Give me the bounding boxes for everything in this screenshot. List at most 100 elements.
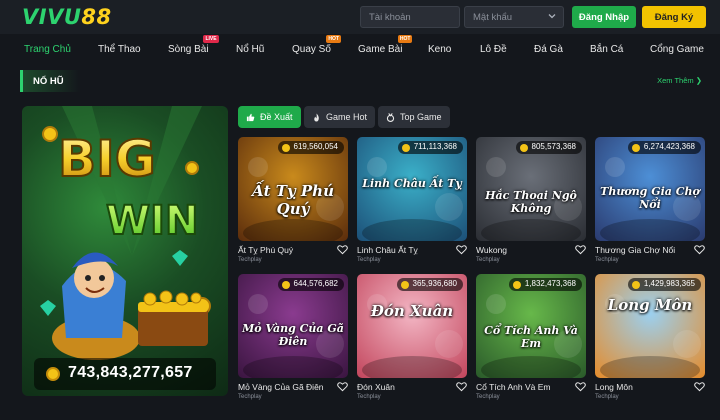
game-art-title: Cổ Tích Anh Và Em (484, 324, 578, 350)
hot-badge: HOT (397, 35, 413, 43)
favorite-heart-icon[interactable] (456, 244, 467, 255)
game-card-long-mon[interactable]: 1,429,983,365 Long Môn Long Môn Techplay (595, 274, 705, 402)
nav-item-label: Lô Đề (480, 44, 507, 55)
nav-item-label: Sòng Bài (168, 44, 209, 55)
favorite-heart-icon[interactable] (694, 244, 705, 255)
thumbs-up-icon (246, 113, 255, 121)
game-card-wukong[interactable]: 805,573,368 Hắc Thoại Ngộ Không Wukong Tech… (476, 137, 586, 265)
game-thumbnail[interactable]: 365,936,680 Đón Xuân (357, 274, 467, 378)
tab-recommended[interactable]: Đề Xuất (238, 106, 301, 128)
coin-icon (400, 281, 409, 289)
coin-icon (281, 144, 290, 152)
coin-icon (512, 281, 521, 289)
nav-item-casino[interactable]: Sòng Bài LIVE (168, 35, 219, 55)
game-thumbnail[interactable]: 619,560,054 Ất Tỵ Phú Quý (238, 137, 348, 241)
game-art-title: Mỏ Vàng Của Gã Điên (242, 322, 344, 348)
favorite-heart-icon[interactable] (337, 381, 348, 392)
nav-item-cockfight[interactable]: Đá Gà (534, 44, 563, 55)
game-art-title: Long Môn (607, 296, 693, 314)
game-thumbnail[interactable]: 711,113,368 Linh Châu Ất Tỵ (357, 137, 467, 241)
tab-label: Đề Xuất (260, 112, 293, 122)
coin-icon (401, 144, 410, 152)
nav-item-home[interactable]: Trang Chủ (24, 44, 71, 55)
tab-hot-games[interactable]: Game Hot (304, 106, 376, 128)
nav-item-label: Trang Chủ (24, 44, 71, 55)
game-name: Long Môn (595, 382, 633, 392)
game-card-linh-chau-at-ty[interactable]: 711,113,368 Linh Châu Ất Tỵ Linh Châu Ất T… (357, 137, 467, 265)
coin-icon (519, 144, 528, 152)
game-provider: Techplay (595, 394, 619, 400)
favorite-heart-icon[interactable] (456, 381, 467, 392)
main-nav: Trang Chủ Thể Thao Sòng Bài LIVE Nổ Hũ Qu… (0, 35, 720, 64)
game-card-don-xuan[interactable]: 365,936,680 Đón Xuân Đón Xuân Techplay (357, 274, 467, 402)
nav-item-label: Nổ Hũ (236, 44, 265, 55)
game-card-mo-vang[interactable]: 644,576,682 Mỏ Vàng Của Gã Điên Mỏ Vàng Củ… (238, 274, 348, 402)
win-text: WIN (106, 198, 198, 244)
game-name: Wukong (476, 245, 508, 255)
game-art-title: Thương Gia Chợ Nổi (600, 185, 700, 211)
nav-item-label: Thể Thao (98, 44, 141, 55)
hot-badge: HOT (326, 35, 341, 43)
site-logo[interactable]: VIVU88 (22, 5, 112, 29)
game-provider: Techplay (476, 394, 500, 400)
nav-item-slots[interactable]: Nổ Hũ (236, 44, 264, 55)
game-thumbnail[interactable]: 1,832,473,368 Cổ Tích Anh Và Em (476, 274, 586, 378)
big-win-illustration: BIG WIN (40, 106, 211, 360)
big-win-banner[interactable]: BIG WIN 743,843,277,657 (22, 106, 228, 396)
tab-label: Top Game (400, 112, 442, 122)
tab-top-games[interactable]: Top Game (378, 106, 450, 128)
game-jackpot-value: 1,429,983,365 (643, 279, 695, 288)
favorite-heart-icon[interactable] (694, 381, 705, 392)
flame-icon (314, 112, 319, 122)
game-thumbnail[interactable]: 1,429,983,365 Long Môn (595, 274, 705, 378)
game-art-title: Đón Xuân (370, 302, 454, 320)
coin-icon (281, 281, 290, 289)
game-card-co-tich-anh-va-em[interactable]: 1,832,473,368 Cổ Tích Anh Và Em Cổ Tích An… (476, 274, 586, 402)
see-more-link[interactable]: Xem Thêm ❯ (657, 76, 702, 85)
username-input[interactable] (360, 6, 460, 28)
coin-icon (46, 367, 60, 381)
nav-item-label: Keno (428, 44, 452, 55)
game-jackpot-badge: 365,936,680 (396, 278, 463, 291)
game-jackpot-value: 619,560,054 (293, 142, 339, 151)
game-name: Linh Châu Ất Tỵ (357, 245, 418, 255)
login-button[interactable]: Đăng Nhập (572, 6, 636, 28)
nav-item-game-portal[interactable]: Cổng Game (650, 44, 704, 55)
game-jackpot-value: 1,832,473,368 (524, 279, 576, 288)
live-badge: LIVE (203, 35, 219, 43)
favorite-heart-icon[interactable] (337, 244, 348, 255)
game-jackpot-value: 6,274,423,368 (643, 142, 695, 151)
nav-item-keno[interactable]: Keno (428, 44, 451, 55)
see-more-label: Xem Thêm (657, 76, 694, 85)
nav-item-lo-de[interactable]: Lô Đề (480, 44, 507, 55)
favorite-heart-icon[interactable] (575, 381, 586, 392)
game-art-title: Hắc Thoại Ngộ Không (485, 189, 577, 215)
logo-text-green: VIVU (22, 5, 82, 29)
section-title: NỔ HŨ (20, 70, 80, 92)
game-card-thuong-gia-cho-noi[interactable]: 6,274,423,368 Thương Gia Chợ Nổi Thương Gi… (595, 137, 705, 265)
game-jackpot-badge: 619,560,054 (277, 141, 344, 154)
nav-item-fishing[interactable]: Bắn Cá (590, 44, 623, 55)
game-thumbnail[interactable]: 6,274,423,368 Thương Gia Chợ Nổi (595, 137, 705, 241)
game-name: Mỏ Vàng Của Gã Điên (238, 382, 324, 392)
jackpot-amount: 743,843,277,657 (68, 364, 193, 381)
coin-icon (631, 144, 640, 152)
game-thumbnail[interactable]: 644,576,682 Mỏ Vàng Của Gã Điên (238, 274, 348, 378)
nav-item-card-games[interactable]: Game Bài HOT (358, 35, 413, 55)
game-name: Cổ Tích Anh Và Em (476, 382, 551, 392)
game-name: Đón Xuân (357, 382, 395, 392)
game-provider: Techplay (357, 394, 381, 400)
nav-item-label: Bắn Cá (590, 44, 624, 55)
game-name: Ất Tỵ Phú Quý (238, 245, 294, 255)
big-text: BIG (58, 130, 156, 188)
nav-item-sports[interactable]: Thể Thao (98, 44, 141, 55)
register-button[interactable]: Đăng Ký (642, 6, 706, 28)
favorite-heart-icon[interactable] (575, 244, 586, 255)
game-art-title: Linh Châu Ất Tỵ (362, 177, 462, 190)
chevron-down-icon[interactable] (547, 11, 557, 21)
game-jackpot-value: 365,936,680 (412, 279, 458, 288)
game-thumbnail[interactable]: 805,573,368 Hắc Thoại Ngộ Không (476, 137, 586, 241)
game-card-at-ty-phu-quy[interactable]: 619,560,054 Ất Tỵ Phú Quý Ất Tỵ Phú Quý Tec… (238, 137, 348, 265)
nav-item-lottery[interactable]: Quay Số HOT (292, 35, 341, 55)
nav-item-label: Cổng Game (650, 44, 704, 55)
